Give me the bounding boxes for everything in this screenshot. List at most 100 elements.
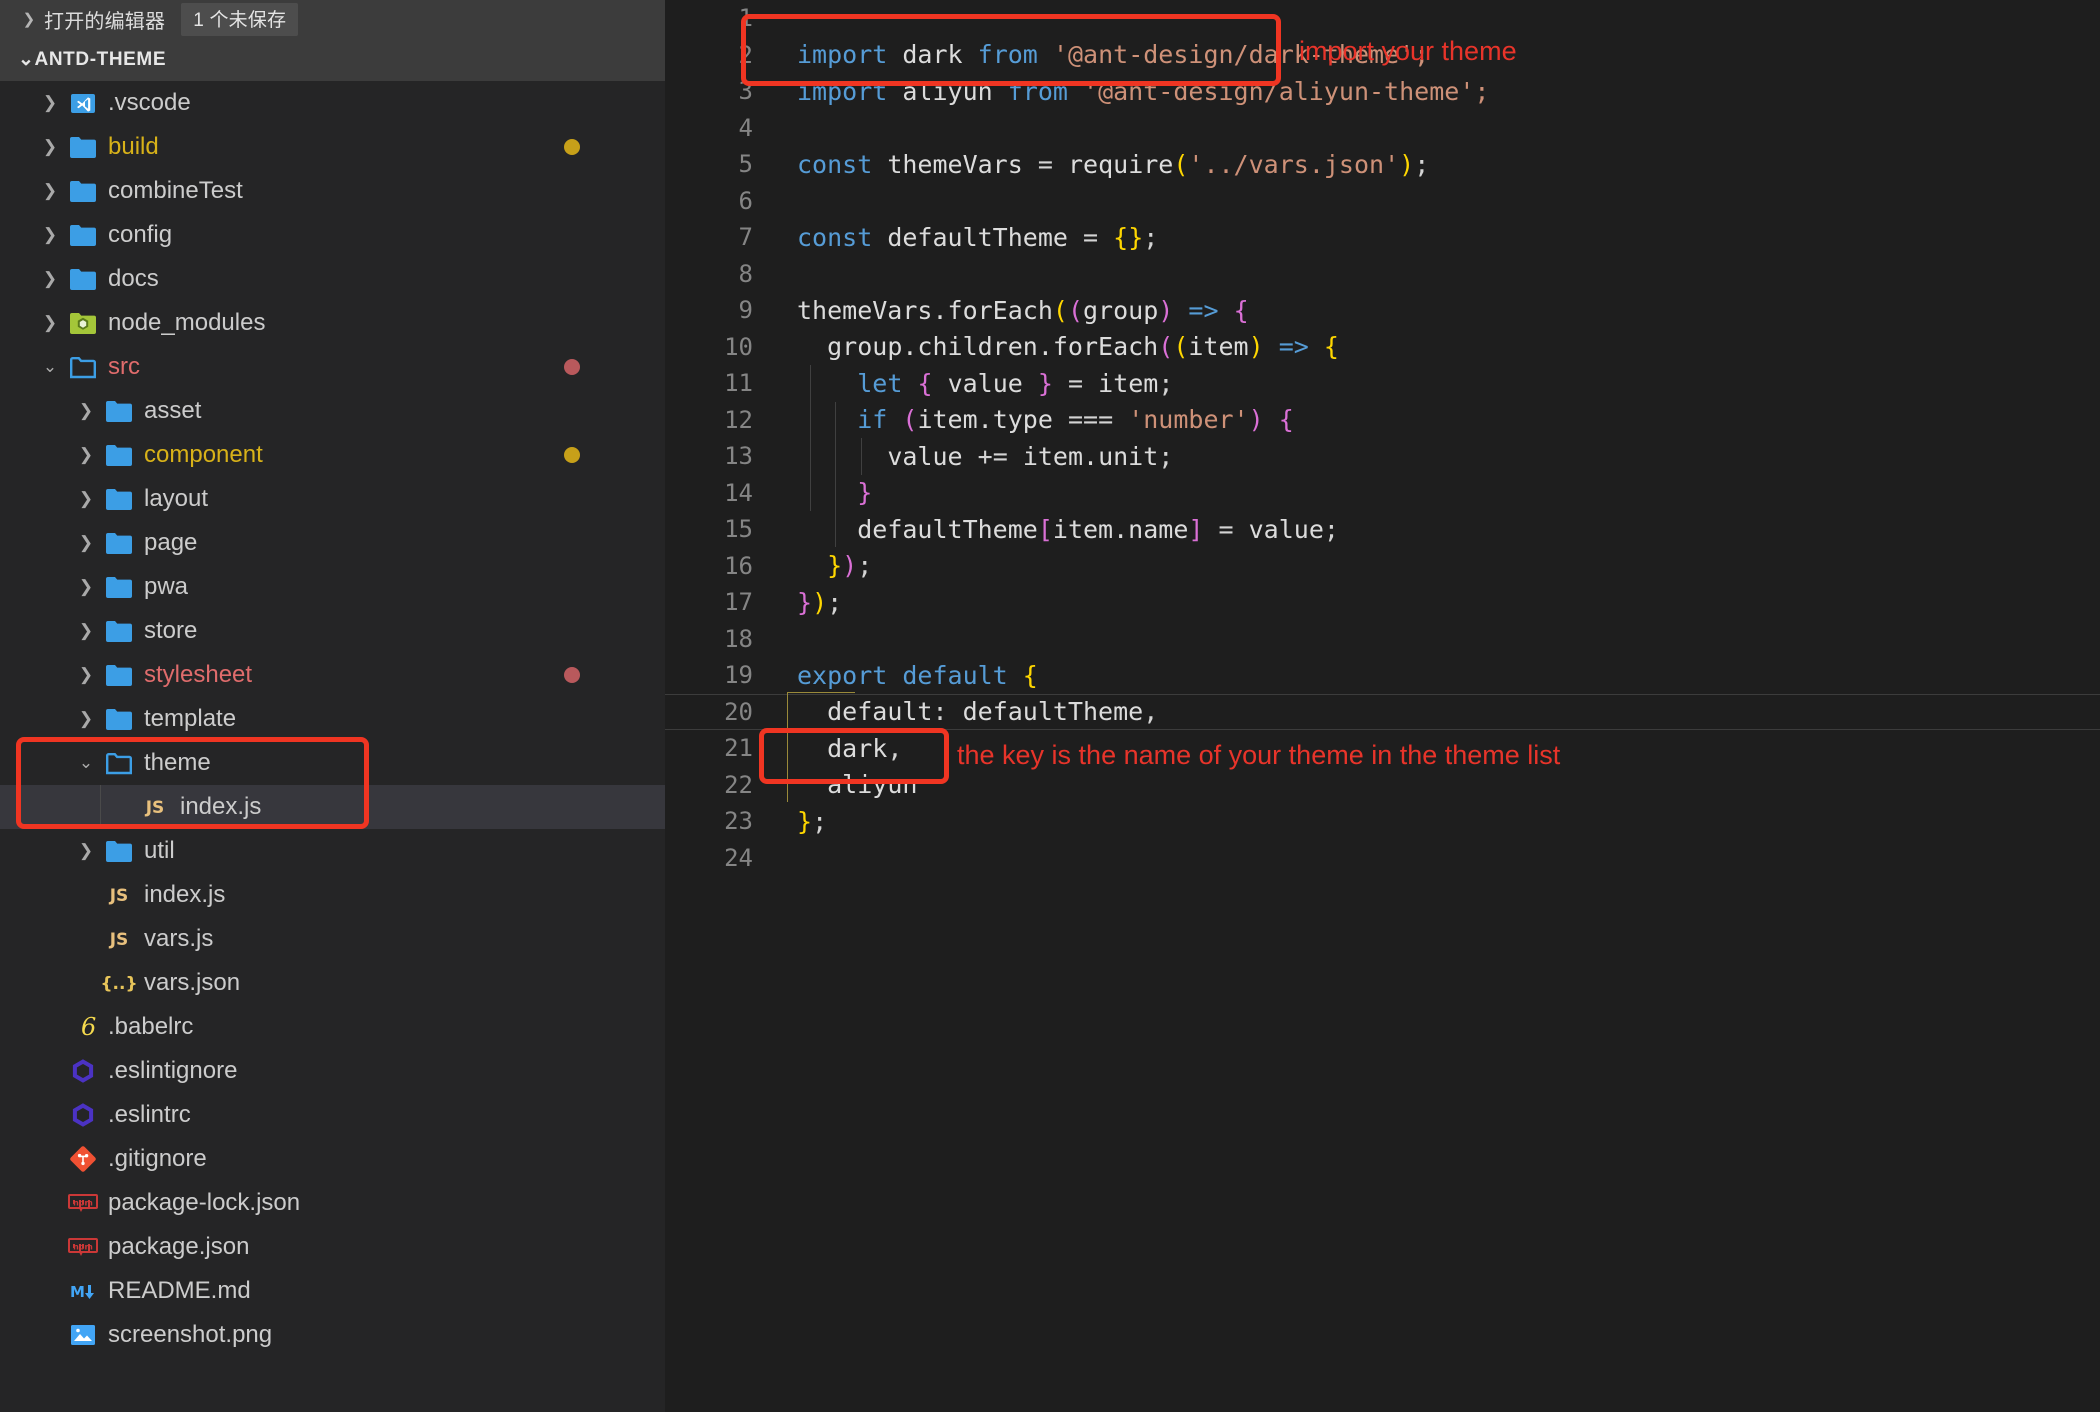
- code-line-5[interactable]: 5 const themeVars = require('../vars.json…: [665, 146, 2100, 183]
- chevron-right-icon[interactable]: ❯: [36, 93, 64, 113]
- code-line-22[interactable]: 22 aliyun: [665, 767, 2100, 804]
- folder-icon: [100, 576, 138, 599]
- tree-file-.eslintrc[interactable]: .eslintrc: [0, 1093, 665, 1137]
- bracket-guide: [787, 692, 788, 802]
- code-line-19[interactable]: 19 export default {: [665, 657, 2100, 694]
- workspace-root-header[interactable]: ⌄ ANTD-THEME: [0, 38, 665, 81]
- tree-file-vars.js[interactable]: JS vars.js: [0, 917, 665, 961]
- tree-item-label: vars.json: [144, 969, 241, 996]
- open-editors-header[interactable]: ❯ 打开的编辑器 1 个未保存: [0, 0, 665, 38]
- tree-item-label: .eslintrc: [108, 1101, 191, 1128]
- tree-folder-src[interactable]: ⌄ src: [0, 345, 665, 389]
- code-line-17[interactable]: 17});: [665, 584, 2100, 621]
- chevron-down-icon[interactable]: ⌄: [72, 753, 100, 773]
- unsaved-count-badge: 1 个未保存: [181, 2, 299, 36]
- chevron-right-icon[interactable]: ❯: [72, 841, 100, 861]
- code-line-15[interactable]: 15 defaultTheme[item.name] = value;: [665, 511, 2100, 548]
- tree-folder-page[interactable]: ❯ page: [0, 521, 665, 565]
- chevron-right-icon[interactable]: ❯: [36, 181, 64, 201]
- tree-folder-store[interactable]: ❯ store: [0, 609, 665, 653]
- tree-folder-vscode[interactable]: ❯ .vscode: [0, 81, 665, 125]
- chevron-right-icon[interactable]: ❯: [72, 489, 100, 509]
- code-line-9[interactable]: 9 themeVars.forEach((group) => {: [665, 292, 2100, 329]
- code-line-1[interactable]: 1: [665, 0, 2100, 37]
- tree-folder-util[interactable]: ❯ util: [0, 829, 665, 873]
- tree-file-.gitignore[interactable]: .gitignore: [0, 1137, 665, 1181]
- code-line-10[interactable]: 10 group.children.forEach((item) => {: [665, 329, 2100, 366]
- code-line-13[interactable]: 13 value += item.unit;: [665, 438, 2100, 475]
- code-text: };: [797, 806, 828, 836]
- code-line-14[interactable]: 14 }: [665, 475, 2100, 512]
- chevron-right-icon[interactable]: ❯: [72, 401, 100, 421]
- folder-icon: [64, 136, 102, 159]
- tree-item-label: asset: [144, 397, 202, 424]
- code-line-24[interactable]: 24: [665, 840, 2100, 877]
- open-editors-label: 打开的编辑器: [44, 10, 166, 33]
- line-number: 10: [724, 332, 753, 361]
- code-line-8[interactable]: 8: [665, 256, 2100, 293]
- chevron-right-icon[interactable]: ❯: [72, 709, 100, 729]
- chevron-right-icon[interactable]: ❯: [36, 313, 64, 333]
- chevron-right-icon[interactable]: ❯: [36, 269, 64, 289]
- tree-folder-template[interactable]: ❯ template: [0, 697, 665, 741]
- markdown-file-icon: M: [64, 1280, 102, 1302]
- line-number: 23: [724, 807, 753, 836]
- chevron-right-icon[interactable]: ❯: [36, 137, 64, 157]
- chevron-right-icon[interactable]: ❯: [72, 445, 100, 465]
- tree-item-label: config: [108, 221, 173, 248]
- code-line-20[interactable]: 20 default: defaultTheme,: [665, 693, 2100, 730]
- tree-file-screenshot.png[interactable]: screenshot.png: [0, 1313, 665, 1357]
- line-number: 2: [738, 40, 753, 69]
- bracket-guide: [787, 692, 855, 693]
- code-line-11[interactable]: 11 let { value } = item;: [665, 365, 2100, 402]
- chevron-right-icon[interactable]: ❯: [72, 665, 100, 685]
- code-line-6[interactable]: 6: [665, 183, 2100, 220]
- tree-folder-build[interactable]: ❯ build: [0, 125, 665, 169]
- tree-item-label: .babelrc: [108, 1013, 194, 1040]
- tree-folder-docs[interactable]: ❯ docs: [0, 257, 665, 301]
- chevron-right-icon[interactable]: ❯: [72, 577, 100, 597]
- code-line-23[interactable]: 23};: [665, 803, 2100, 840]
- tree-folder-node_modules[interactable]: ❯ node_modules: [0, 301, 665, 345]
- tree-folder-pwa[interactable]: ❯ pwa: [0, 565, 665, 609]
- chevron-right-icon[interactable]: ❯: [72, 621, 100, 641]
- tree-file-.eslintignore[interactable]: .eslintignore: [0, 1049, 665, 1093]
- code-editor[interactable]: 1 2 import dark from '@ant-design/dark-the…: [665, 0, 2100, 1412]
- code-line-7[interactable]: 7 const defaultTheme = {};: [665, 219, 2100, 256]
- code-line-12[interactable]: 12 if (item.type === 'number') {: [665, 402, 2100, 439]
- tree-file-.babelrc[interactable]: 6 .babelrc: [0, 1005, 665, 1049]
- code-text: aliyun: [827, 770, 918, 800]
- image-file-icon: [64, 1324, 102, 1346]
- svg-text:M: M: [70, 1283, 85, 1301]
- tree-folder-config[interactable]: ❯ config: [0, 213, 665, 257]
- tree-file-vars.json[interactable]: {..} vars.json: [0, 961, 665, 1005]
- code-line-4[interactable]: 4: [665, 110, 2100, 147]
- tree-file-package-lock.json[interactable]: npm package-lock.json: [0, 1181, 665, 1225]
- eslint-file-icon: [64, 1102, 102, 1128]
- chevron-right-icon[interactable]: ❯: [72, 533, 100, 553]
- tree-folder-layout[interactable]: ❯ layout: [0, 477, 665, 521]
- folder-icon: [100, 488, 138, 511]
- tree-file-README.md[interactable]: M README.md: [0, 1269, 665, 1313]
- tree-item-label: layout: [144, 485, 209, 512]
- tree-folder-asset[interactable]: ❯ asset: [0, 389, 665, 433]
- line-number: 21: [724, 734, 753, 763]
- code-text: }: [857, 478, 873, 508]
- code-line-18[interactable]: 18: [665, 621, 2100, 658]
- tree-file-index.js[interactable]: JS index.js: [0, 873, 665, 917]
- tree-folder-stylesheet[interactable]: ❯ stylesheet: [0, 653, 665, 697]
- svg-text:JS: JS: [109, 886, 129, 906]
- chevron-down-icon[interactable]: ⌄: [36, 357, 64, 377]
- tree-item-label: theme: [144, 749, 211, 776]
- indent-guide: [861, 438, 862, 475]
- code-lines-container: 1 2 import dark from '@ant-design/dark-the…: [665, 0, 2100, 1412]
- tree-folder-theme[interactable]: ⌄ theme: [0, 741, 665, 785]
- tree-item-label: page: [144, 529, 198, 556]
- git-status-dot-deleted: [564, 359, 580, 375]
- code-line-3[interactable]: 3 import aliyun from '@ant-design/aliyun-…: [665, 73, 2100, 110]
- tree-folder-combineTest[interactable]: ❯ combineTest: [0, 169, 665, 213]
- tree-file-package.json[interactable]: npm package.json: [0, 1225, 665, 1269]
- code-line-16[interactable]: 16 });: [665, 548, 2100, 585]
- tree-folder-component[interactable]: ❯ component: [0, 433, 665, 477]
- chevron-right-icon[interactable]: ❯: [36, 225, 64, 245]
